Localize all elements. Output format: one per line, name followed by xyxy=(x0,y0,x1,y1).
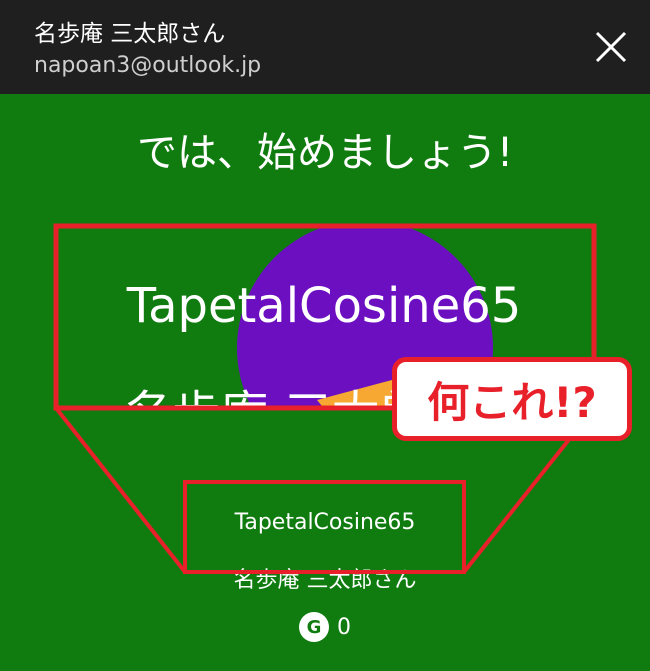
callout-text: 何これ!? xyxy=(427,377,597,427)
gamerscore-row: G 0 xyxy=(0,612,650,642)
account-user-name: 名歩庵 三太郎さん xyxy=(34,21,226,47)
display-name: 名歩庵 三太郎さん xyxy=(233,568,417,593)
account-email: napoan3@outlook.jp xyxy=(34,53,262,78)
gamertag: TapetalCosine65 xyxy=(234,510,416,535)
zoom-connector-left xyxy=(54,406,187,574)
title-bar: 名歩庵 三太郎さん napoan3@outlook.jp xyxy=(0,0,650,94)
gamertag-zoomed: TapetalCosine65 xyxy=(126,278,522,334)
welcome-heading: では、始めましょう! xyxy=(136,130,514,176)
gamerscore-value: 0 xyxy=(337,614,351,640)
annotation-callout: 何これ!? xyxy=(392,357,632,441)
close-icon xyxy=(595,31,627,63)
gamerscore-icon: G xyxy=(299,612,329,642)
close-button[interactable] xyxy=(586,24,636,70)
